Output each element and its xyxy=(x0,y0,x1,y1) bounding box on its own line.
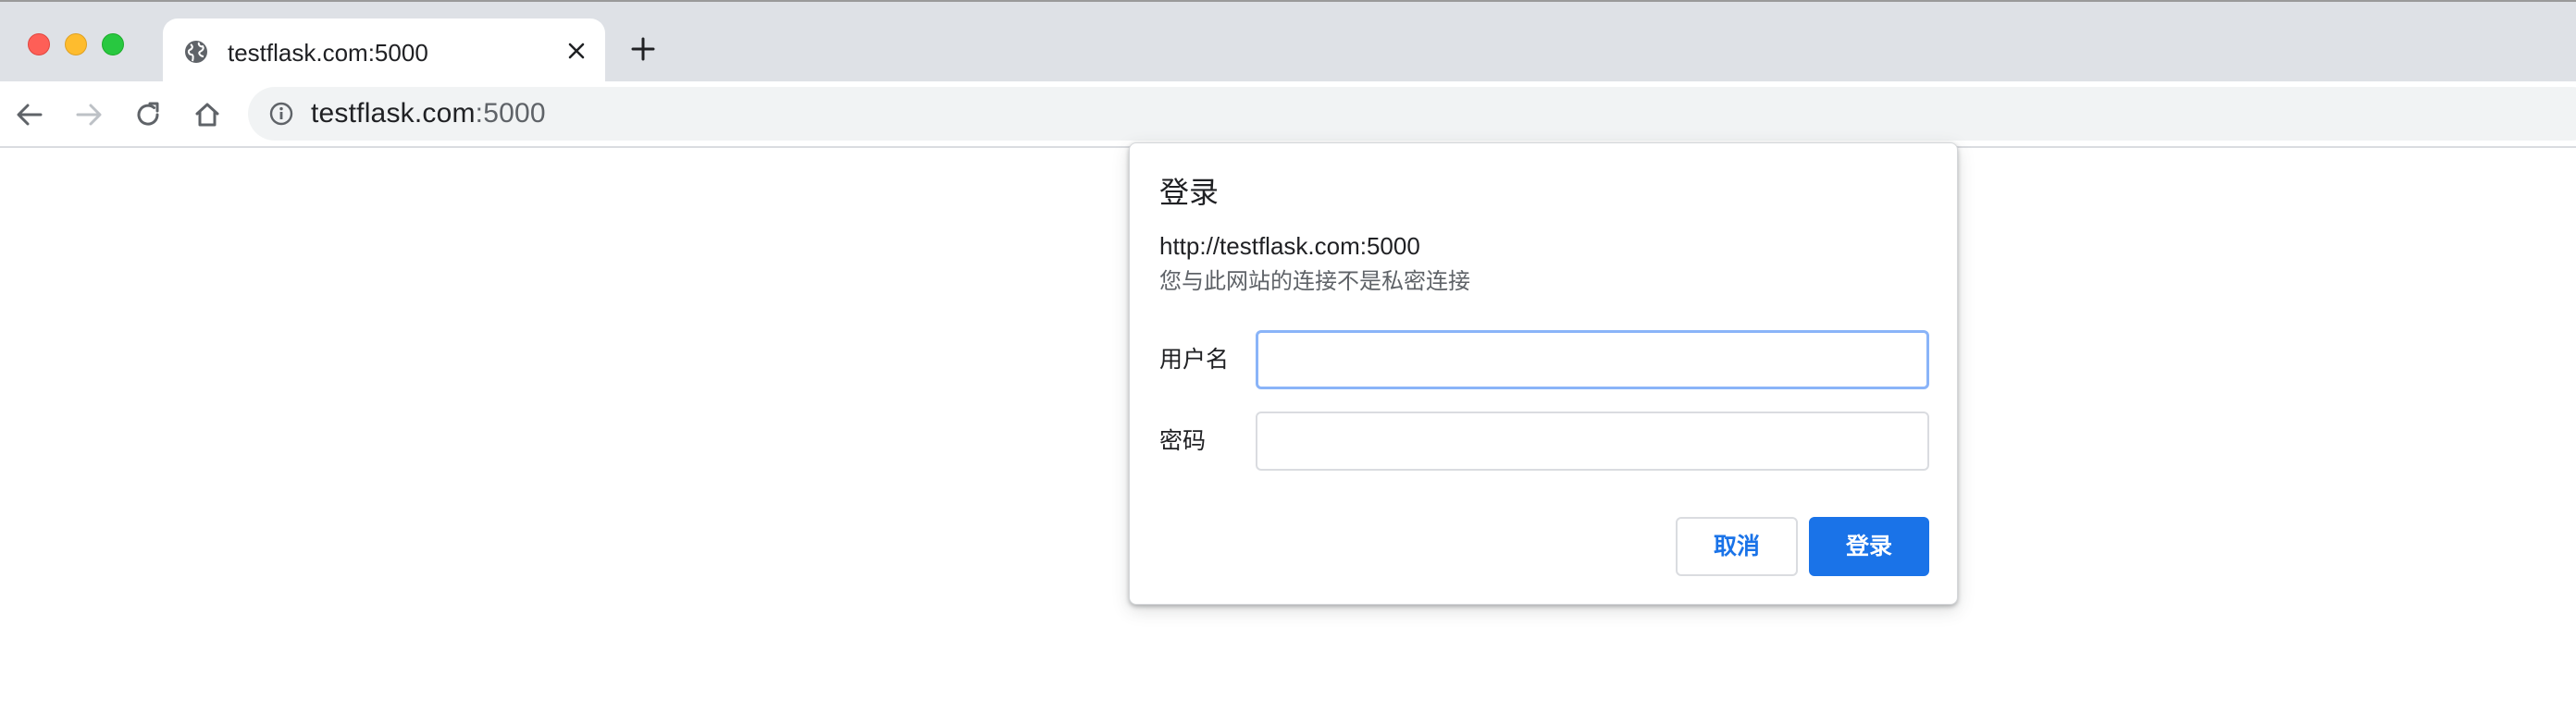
dialog-origin: http://testflask.com:5000 xyxy=(1159,232,1420,260)
window-close-button[interactable] xyxy=(28,33,50,55)
login-button[interactable]: 登录 xyxy=(1809,517,1929,576)
url-host: testflask.com xyxy=(311,98,476,129)
tab-strip: testflask.com:5000 xyxy=(0,0,2576,83)
cancel-button[interactable]: 取消 xyxy=(1676,517,1798,576)
home-icon[interactable] xyxy=(191,98,224,131)
dialog-title: 登录 xyxy=(1159,176,1220,209)
address-url[interactable]: testflask.com:5000 xyxy=(311,97,546,130)
reload-icon[interactable] xyxy=(131,98,165,131)
arrow-left-icon[interactable] xyxy=(13,98,46,131)
window-maximize-button[interactable] xyxy=(102,33,124,55)
browser-tab[interactable]: testflask.com:5000 xyxy=(163,18,605,83)
address-bar[interactable]: testflask.com:5000 xyxy=(248,87,2576,141)
url-port: :5000 xyxy=(475,98,546,129)
globe-icon xyxy=(185,41,207,63)
window-minimize-button[interactable] xyxy=(65,33,87,55)
username-label: 用户名 xyxy=(1159,347,1230,373)
auth-dialog: 登录 http://testflask.com:5000 您与此网站的连接不是私… xyxy=(1129,142,1958,605)
tab-title: testflask.com:5000 xyxy=(228,39,428,67)
password-input[interactable] xyxy=(1256,412,1929,471)
username-input[interactable] xyxy=(1256,330,1929,389)
browser-toolbar: testflask.com:5000 xyxy=(0,81,2576,148)
info-icon[interactable] xyxy=(268,101,294,127)
password-label: 密码 xyxy=(1159,428,1207,454)
close-icon[interactable] xyxy=(566,41,587,61)
plus-icon[interactable] xyxy=(629,35,657,63)
arrow-right-icon[interactable] xyxy=(72,98,105,131)
dialog-warning: 您与此网站的连接不是私密连接 xyxy=(1159,269,1470,294)
